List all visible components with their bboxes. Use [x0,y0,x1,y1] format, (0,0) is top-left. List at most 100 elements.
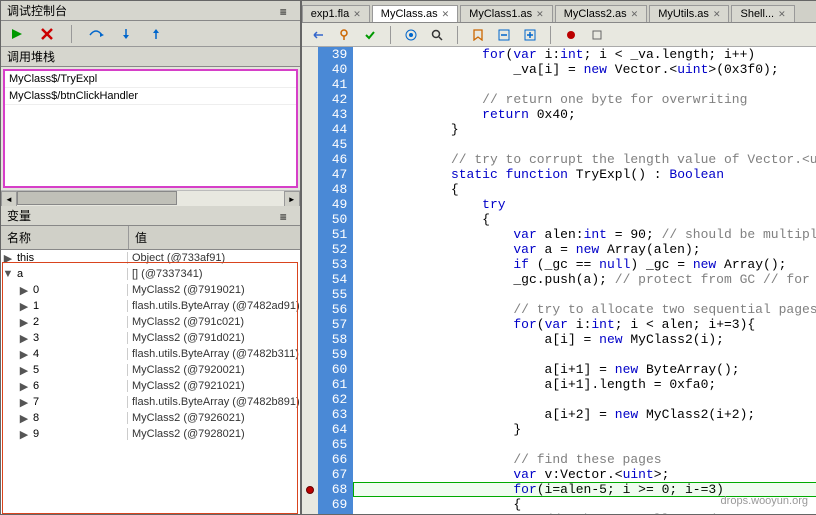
line-number[interactable]: 66 [332,452,348,467]
line-number[interactable]: 45 [332,137,348,152]
breakpoint-gutter[interactable] [302,182,318,197]
code-line[interactable] [357,437,816,452]
step-out-icon[interactable] [146,25,166,43]
expand-icon[interactable]: ▶ [17,380,31,393]
stop-icon[interactable] [37,25,57,43]
var-row[interactable]: ▼a[] (@7337341) [1,266,300,282]
expand-icon[interactable]: ▶ [17,412,31,425]
close-icon[interactable]: ✕ [442,9,450,20]
line-number[interactable]: 60 [332,362,348,377]
line-number[interactable]: 69 [332,497,348,512]
breakpoint-gutter[interactable] [302,422,318,437]
line-number[interactable]: 58 [332,332,348,347]
expand-icon[interactable]: ▶ [17,300,31,313]
breakpoint-gutter[interactable] [302,317,318,332]
line-number[interactable]: 70 [332,512,348,514]
var-row[interactable]: ▶0MyClass2 (@7919021) [1,282,300,298]
breakpoint-marker[interactable] [306,486,314,494]
line-number[interactable]: 61 [332,377,348,392]
code-line[interactable]: _gc.push(a); // protect from GC // for R… [357,272,816,287]
code-line[interactable] [357,392,816,407]
breakpoint-gutter[interactable] [302,47,318,62]
step-over-icon[interactable] [86,25,106,43]
expand-icon[interactable]: ▶ [17,348,31,361]
line-number[interactable]: 42 [332,92,348,107]
editor-tab[interactable]: exp1.fla✕ [302,5,370,22]
breakpoint-gutter[interactable] [302,167,318,182]
callstack-row[interactable]: MyClass$/btnClickHandler [5,88,296,105]
target-icon[interactable] [401,26,421,44]
line-number[interactable]: 52 [332,242,348,257]
breakpoint-gutter[interactable] [302,482,318,497]
code-line[interactable]: a[i+1].length = 0xfa0; [357,377,816,392]
code-line[interactable]: // try to corrupt the length value of Ve… [357,152,816,167]
expand-icon[interactable]: ▶ [17,316,31,329]
code-line[interactable] [357,347,816,362]
line-number[interactable]: 40 [332,62,348,77]
close-icon[interactable]: ✕ [536,9,544,20]
line-number[interactable]: 55 [332,287,348,302]
code-line[interactable]: // take next allocated ByteArray [357,512,816,514]
var-row[interactable]: ▶5MyClass2 (@7920021) [1,362,300,378]
line-number[interactable]: 50 [332,212,348,227]
breakpoint-gutter[interactable] [302,362,318,377]
var-row[interactable]: ▶2MyClass2 (@791c021) [1,314,300,330]
breakpoint-gutter[interactable] [302,332,318,347]
breakpoint-gutter[interactable] [302,302,318,317]
check-icon[interactable] [360,26,380,44]
expand-icon[interactable]: ▶ [17,284,31,297]
line-number[interactable]: 53 [332,257,348,272]
bookmark-icon[interactable] [468,26,488,44]
expand-icon[interactable]: ▶ [17,396,31,409]
code-line[interactable]: // try to allocate two sequential pages … [357,302,816,317]
code-line[interactable]: _va[i] = new Vector.<uint>(0x3f0); [357,62,816,77]
code-line[interactable]: var v:Vector.<uint>; [357,467,816,482]
line-number[interactable]: 48 [332,182,348,197]
code-line[interactable]: // find these pages [357,452,816,467]
breakpoint-gutter[interactable] [302,212,318,227]
code-line[interactable]: var alen:int = 90; // should be multiply… [357,227,816,242]
breakpoint-gutter[interactable] [302,452,318,467]
breakpoint-gutter[interactable] [302,287,318,302]
breakpoint-gutter[interactable] [302,407,318,422]
breakpoint-gutter[interactable] [302,107,318,122]
line-number[interactable]: 68 [332,482,348,497]
code-line[interactable]: static function TryExpl() : Boolean [357,167,816,182]
var-row[interactable]: ▶thisObject (@733af91) [1,250,300,266]
code-line[interactable]: } [357,422,816,437]
breakpoint-gutter[interactable] [302,257,318,272]
nav-back-icon[interactable] [308,26,328,44]
code-line[interactable]: { [357,212,816,227]
line-number[interactable]: 62 [332,392,348,407]
close-icon[interactable]: ✕ [631,9,639,20]
line-number[interactable]: 67 [332,467,348,482]
find-icon[interactable] [427,26,447,44]
line-number[interactable]: 43 [332,107,348,122]
breakpoint-gutter[interactable] [302,242,318,257]
line-number[interactable]: 59 [332,347,348,362]
code-line[interactable]: { [357,182,816,197]
breakpoint-gutter[interactable] [302,197,318,212]
code-line[interactable]: for(var i:int; i < alen; i+=3){ [357,317,816,332]
var-row[interactable]: ▶4flash.utils.ByteArray (@7482b311) [1,346,300,362]
editor-tab[interactable]: MyClass.as✕ [372,5,458,22]
col-name-header[interactable]: 名称 [1,226,129,249]
editor-tab[interactable]: MyClass2.as✕ [555,5,648,22]
expand-icon[interactable]: ▼ [1,268,15,280]
code-line[interactable]: for(var i:int; i < _va.length; i++) [357,47,816,62]
line-number[interactable]: 41 [332,77,348,92]
pin-icon[interactable] [334,26,354,44]
line-number[interactable]: 47 [332,167,348,182]
code-line[interactable] [357,77,816,92]
editor-tab[interactable]: Shell...✕ [731,5,794,22]
breakpoint-gutter[interactable] [302,62,318,77]
code-line[interactable]: } [357,122,816,137]
var-row[interactable]: ▶6MyClass2 (@7921021) [1,378,300,394]
breakpoint-gutter[interactable] [302,437,318,452]
line-number[interactable]: 63 [332,407,348,422]
code-line[interactable]: if (_gc == null) _gc = new Array(); [357,257,816,272]
var-row[interactable]: ▶9MyClass2 (@7928021) [1,426,300,442]
code-line[interactable] [357,137,816,152]
breakpoint-gutter[interactable] [302,377,318,392]
editor-tab[interactable]: MyClass1.as✕ [460,5,553,22]
